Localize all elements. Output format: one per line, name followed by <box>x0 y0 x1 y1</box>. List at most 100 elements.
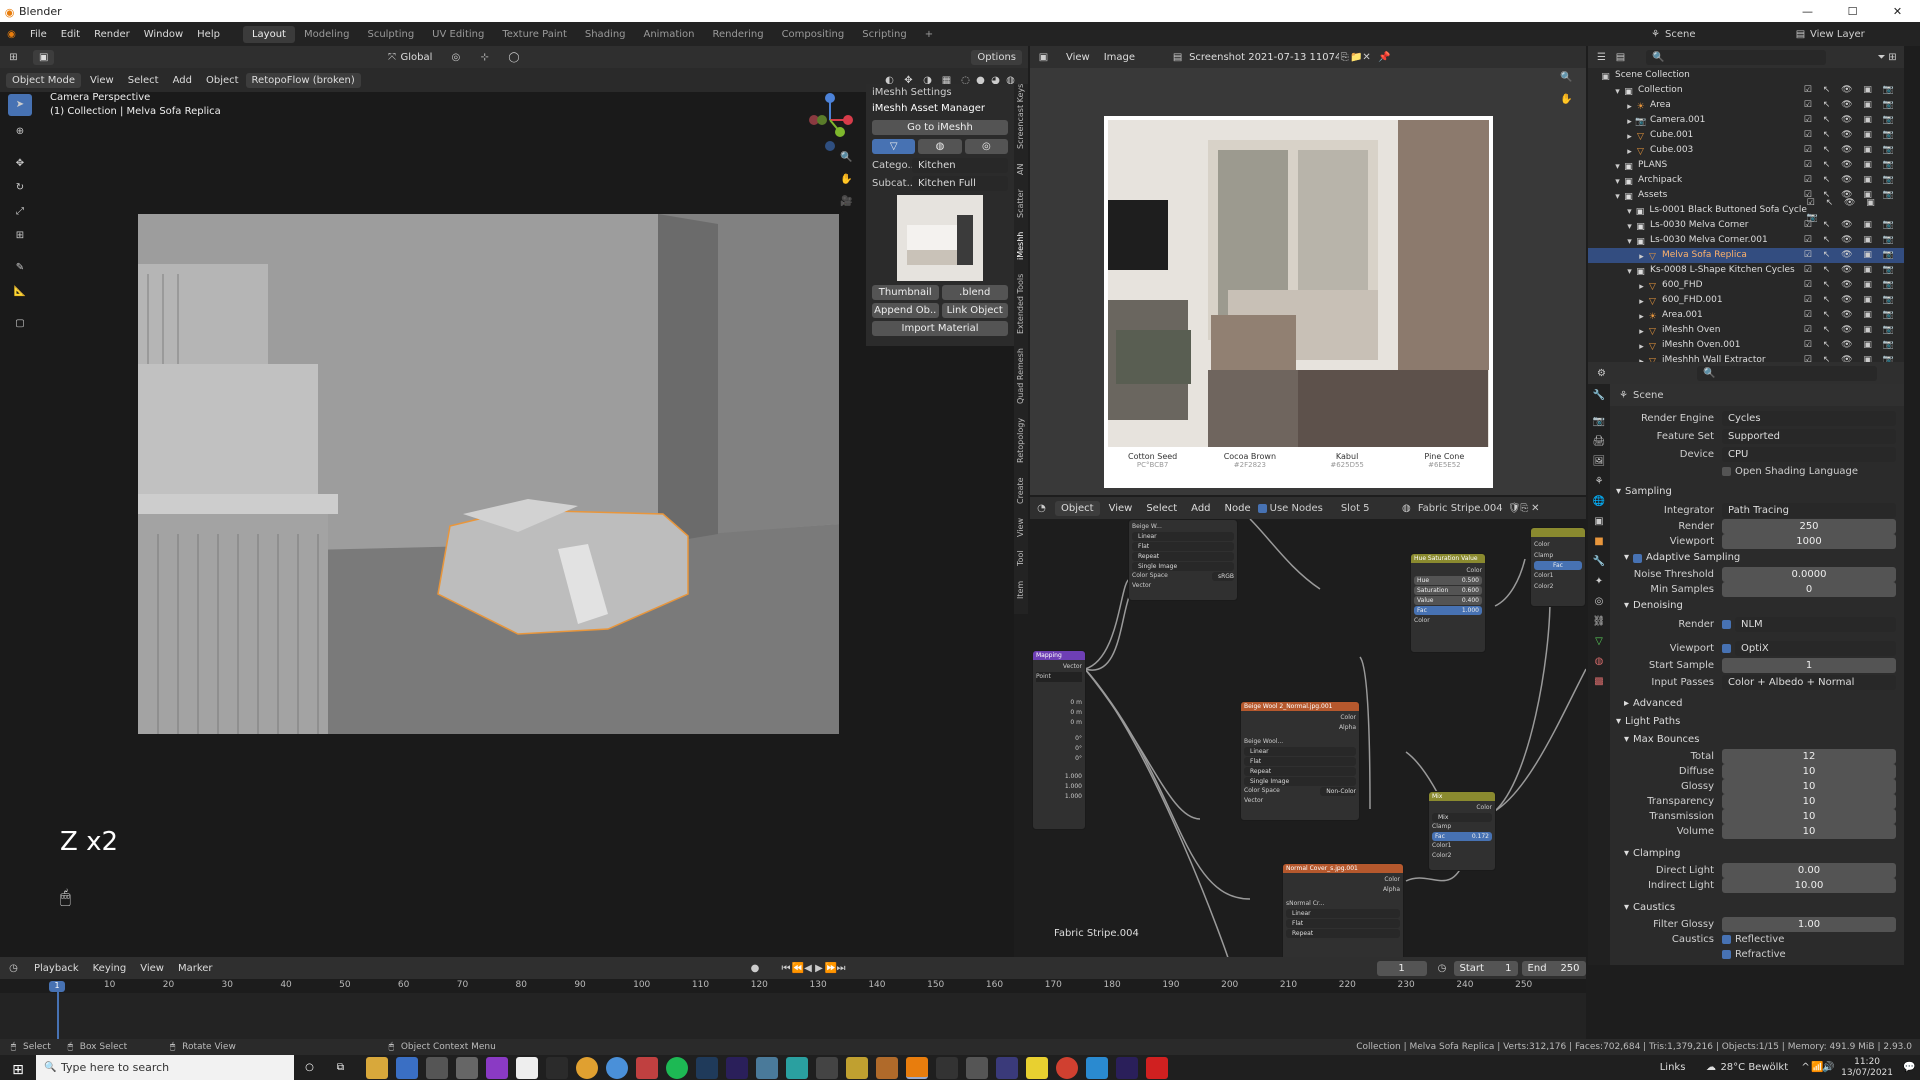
properties-type-icon[interactable]: ⚙ <box>1596 368 1607 379</box>
notifications-icon[interactable]: 💬 <box>1903 1062 1915 1073</box>
denoising-section[interactable]: ▾ Denoising <box>1610 597 1904 615</box>
clamping-section[interactable]: ▾ Clamping <box>1610 845 1904 863</box>
outliner-row[interactable]: ▾ ▣ Archipack ☑ ↖ 👁 ▣ 📷 <box>1588 173 1904 188</box>
beige-wool-normal-node[interactable]: Beige Wool 2_Normal.jpg.001 Color Alpha … <box>1240 701 1360 821</box>
move-icon[interactable]: ✥ <box>8 152 32 176</box>
visibility-toggles[interactable]: ☑ ↖ 👁 ▣ 📷 <box>1804 323 1898 338</box>
image-menu-view[interactable]: View <box>1059 52 1097 63</box>
caustics-section[interactable]: ▾ Caustics <box>1610 899 1904 917</box>
min-samples-field[interactable]: 0 <box>1722 582 1896 597</box>
data-tab-icon[interactable]: ▽ <box>1588 636 1610 656</box>
max-bounces-section[interactable]: ▾ Max Bounces <box>1610 731 1904 749</box>
node-menu-add[interactable]: Add <box>1184 503 1217 514</box>
app-icon-7[interactable] <box>546 1056 568 1079</box>
menu-help[interactable]: Help <box>190 29 227 40</box>
pan-icon[interactable]: ✋ <box>840 174 852 196</box>
sampling-section[interactable]: ▾ Sampling <box>1610 483 1904 501</box>
editor-type-icon[interactable]: ⊞ <box>8 52 19 63</box>
app-icon-10[interactable] <box>636 1056 658 1079</box>
tab-layout[interactable]: Layout <box>242 25 295 43</box>
expand-arrow-icon[interactable]: ▸ <box>1636 325 1647 337</box>
tab-an[interactable]: AN <box>1014 163 1028 174</box>
mapping-node[interactable]: Mapping Vector Point 0 m 0 m 0 m 0° 0° 0… <box>1032 650 1086 830</box>
viewport-menu-add[interactable]: Add <box>166 75 199 86</box>
camera-view-icon[interactable]: 🎥 <box>840 196 852 218</box>
expand-arrow-icon[interactable]: ▸ <box>1624 100 1635 112</box>
app-icon-5[interactable] <box>486 1056 508 1079</box>
transform-orientation-dropdown[interactable]: Global <box>400 52 432 63</box>
app-icon-25[interactable] <box>1086 1056 1108 1079</box>
timeline-type-icon[interactable]: ◷ <box>8 963 19 974</box>
cortana-icon[interactable]: ○ <box>304 1062 315 1073</box>
tab-modeling[interactable]: Modeling <box>295 26 359 43</box>
imeshh-asset-manager-header[interactable]: iMeshh Asset Manager <box>872 103 985 114</box>
visibility-toggles[interactable]: ☑ ↖ 👁 ▣ 📷 <box>1804 83 1898 98</box>
app-icon-20[interactable] <box>936 1056 958 1079</box>
outliner-row[interactable]: ▸ ▽ 600_FHD.001 ☑ ↖ 👁 ▣ 📷 <box>1588 293 1904 308</box>
tool-tab-icon[interactable]: 🔧 <box>1588 390 1610 410</box>
material-close-icon[interactable]: ✕ <box>1530 503 1541 514</box>
chrome-icon[interactable] <box>576 1056 598 1079</box>
tab-animation[interactable]: Animation <box>635 26 704 43</box>
texture-tab-icon[interactable]: ▩ <box>1588 676 1610 696</box>
node-menu-node[interactable]: Node <box>1218 503 1258 514</box>
expand-arrow-icon[interactable]: ▾ <box>1612 175 1623 187</box>
adaptive-sampling-checkbox[interactable] <box>1633 553 1643 563</box>
camera-view[interactable] <box>138 214 839 734</box>
expand-arrow-icon[interactable]: ▾ <box>1624 205 1635 217</box>
expand-arrow-icon[interactable]: ▾ <box>1612 85 1623 97</box>
taskbar-search-box[interactable]: 🔍 Type here to search <box>36 1055 294 1080</box>
taskbar-links[interactable]: Links <box>1660 1062 1686 1073</box>
visibility-toggles[interactable]: ☑ ↖ 👁 ▣ 📷 <box>1804 158 1898 173</box>
device-dropdown[interactable]: CPU <box>1722 446 1896 462</box>
annotate-icon[interactable]: ✎ <box>8 256 32 280</box>
light-paths-section[interactable]: ▾ Light Paths <box>1610 713 1904 731</box>
outliner-row[interactable]: ▾ ▣ Collection ☑ ↖ 👁 ▣ 📷 <box>1588 83 1904 98</box>
image-open-icon[interactable]: 📁 <box>1350 52 1362 63</box>
end-frame-field[interactable]: End 250 <box>1521 960 1586 976</box>
expand-arrow-icon[interactable]: ▾ <box>1624 235 1635 247</box>
tab-scripting[interactable]: Scripting <box>853 26 915 43</box>
play-reverse-icon[interactable]: ◀ <box>803 963 814 974</box>
tab-retopology[interactable]: Retopology <box>1014 418 1028 463</box>
pivot-icon[interactable]: ◎ <box>450 52 461 63</box>
node-object-dropdown[interactable]: Object <box>1055 500 1100 516</box>
next-key-icon[interactable]: ⏩ <box>825 963 837 974</box>
bounce-field[interactable]: 10 <box>1722 779 1896 794</box>
viewport-menu-view[interactable]: View <box>83 75 121 86</box>
cursor-icon[interactable]: ⊕ <box>8 120 32 144</box>
expand-arrow-icon[interactable]: ▾ <box>1624 220 1635 232</box>
add-workspace-icon[interactable]: + <box>916 26 942 43</box>
taskbar-weather[interactable]: 28°C Bewölkt <box>1720 1062 1788 1073</box>
image-browse-icon[interactable]: ▤ <box>1172 52 1183 63</box>
zoom-icon[interactable]: 🔍 <box>840 152 852 174</box>
menu-window[interactable]: Window <box>137 29 190 40</box>
tab-item[interactable]: Item <box>1014 580 1028 598</box>
playhead-marker[interactable]: 1 <box>49 981 65 992</box>
app-icon-15[interactable] <box>786 1056 808 1079</box>
filter-glossy-field[interactable]: 1.00 <box>1722 917 1896 932</box>
outliner-row[interactable]: ▸ ▽ Melva Sofa Replica ☑ ↖ 👁 ▣ 📷 <box>1588 248 1904 263</box>
app-icon-16[interactable] <box>816 1056 838 1079</box>
category-dropdown[interactable]: Kitchen <box>912 158 1008 173</box>
select-tool-icon[interactable]: ▣ <box>33 49 55 65</box>
expand-arrow-icon[interactable]: ▸ <box>1636 295 1647 307</box>
import-material-button[interactable]: Import Material <box>872 321 1008 336</box>
refractive-checkbox[interactable] <box>1722 950 1731 959</box>
world-tab-icon[interactable]: 🌐 <box>1588 496 1610 516</box>
hue-saturation-node[interactable]: Hue Saturation Value Color Hue 0.500 Satu… <box>1410 553 1486 653</box>
outliner-new-collection-icon[interactable]: ⊞ <box>1887 52 1898 63</box>
render-samples-field[interactable]: 250 <box>1722 519 1896 534</box>
viewport-menu-object[interactable]: Object <box>199 75 246 86</box>
premiere-icon[interactable] <box>1116 1056 1138 1079</box>
asset-type-model-button[interactable]: ▽ <box>872 139 916 154</box>
expand-arrow-icon[interactable]: ▸ <box>1636 340 1647 352</box>
app-icon-18[interactable] <box>876 1056 898 1079</box>
tab-imeshh[interactable]: iMeshh <box>1014 232 1028 260</box>
noise-threshold-field[interactable]: 0.0000 <box>1722 567 1896 582</box>
visibility-toggles[interactable]: ☑ ↖ 👁 ▣ 📷 <box>1804 308 1898 323</box>
blender-menu-icon[interactable]: ◉ <box>6 29 17 40</box>
expand-arrow-icon[interactable]: ▸ <box>1636 355 1647 362</box>
menu-edit[interactable]: Edit <box>54 29 87 40</box>
proportional-edit-icon[interactable]: ◯ <box>508 52 519 63</box>
